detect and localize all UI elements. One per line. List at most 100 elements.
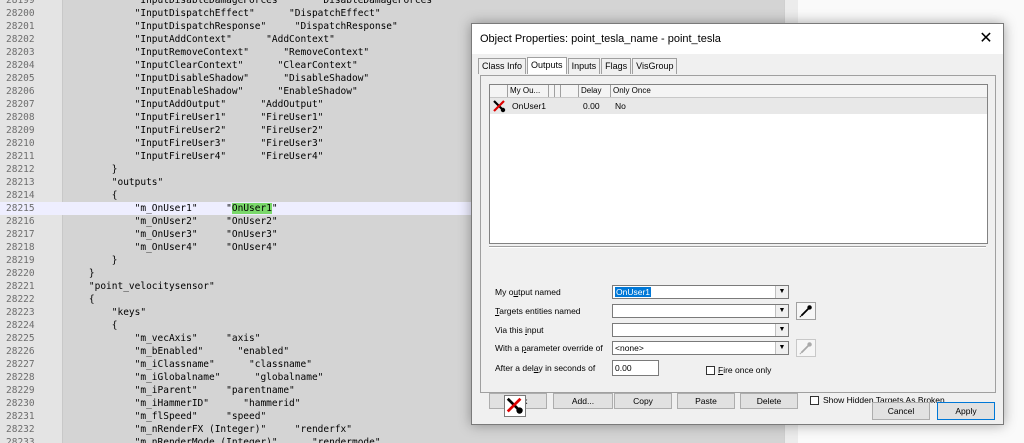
line-number: 28202 <box>6 34 35 45</box>
list-header: My Ou... Delay Only Once <box>490 85 987 98</box>
line-number: 28201 <box>6 21 35 32</box>
output-named-combo[interactable]: OnUser1 ▼ <box>612 285 789 299</box>
tab-flags[interactable]: Flags <box>601 58 632 74</box>
row-delay: 0.00 <box>583 101 600 111</box>
list-row[interactable]: OnUser1 0.00 No <box>490 98 987 114</box>
line-text: "InputFireUser2" "FireUser2" <box>66 125 324 136</box>
code-line[interactable]: 28233 "m_nRenderMode (Integer)" "renderm… <box>0 436 798 443</box>
line-text: "m_iParent" "parentname" <box>66 385 295 396</box>
line-number: 28220 <box>6 268 35 279</box>
column-header-parameter[interactable] <box>561 85 579 97</box>
line-number: 28225 <box>6 333 35 344</box>
line-text: "InputFireUser3" "FireUser3" <box>66 138 324 149</box>
line-number: 28212 <box>6 164 35 175</box>
parameter-combo[interactable]: <none> ▼ <box>612 341 789 355</box>
line-number: 28209 <box>6 125 35 136</box>
line-text: "InputDispatchEffect" "DispatchEffect" <box>66 8 381 19</box>
delay-input[interactable]: 0.00 <box>612 360 659 376</box>
line-text: "InputEnableShadow" "EnableShadow" <box>66 86 358 97</box>
line-number: 28218 <box>6 242 35 253</box>
show-hidden-checkbox[interactable] <box>810 396 819 405</box>
column-header-icon[interactable] <box>490 85 508 97</box>
line-text: "m_nRenderFX (Integer)" "renderfx" <box>66 424 352 435</box>
column-header-only-once[interactable]: Only Once <box>611 85 987 97</box>
column-header-delay[interactable]: Delay <box>579 85 611 97</box>
line-text: { <box>66 294 95 305</box>
via-input-combo[interactable]: ▼ <box>612 323 789 337</box>
line-text: "InputDispatchResponse" "DispatchRespons… <box>66 21 398 32</box>
column-header-my-output[interactable]: My Ou... <box>508 85 549 97</box>
line-text: "m_OnUser3" "OnUser3" <box>66 229 278 240</box>
chevron-down-icon[interactable]: ▼ <box>775 305 788 317</box>
output-named-label: My output named <box>495 287 561 297</box>
code-line[interactable]: 28199 "InputDisableDamageForces" "Disabl… <box>0 0 798 7</box>
copy-button[interactable]: Copy <box>614 393 672 409</box>
line-text: "InputDisableShadow" "DisableShadow" <box>66 73 370 84</box>
tab-visgroup[interactable]: VisGroup <box>632 58 678 74</box>
line-text: "m_flSpeed" "speed" <box>66 411 267 422</box>
eyedropper-button-disabled[interactable] <box>796 339 816 357</box>
line-number: 28222 <box>6 294 35 305</box>
line-number: 28205 <box>6 73 35 84</box>
targets-label: Targets entities named <box>495 306 581 316</box>
line-number: 28229 <box>6 385 35 396</box>
eyedropper-icon <box>799 342 812 355</box>
line-text: "InputAddOutput" "AddOutput" <box>66 99 324 110</box>
line-text: "InputFireUser4" "FireUser4" <box>66 151 324 162</box>
line-text: "m_OnUser2" "OnUser2" <box>66 216 278 227</box>
targets-combo[interactable]: ▼ <box>612 304 789 318</box>
dialog-titlebar[interactable]: Object Properties: point_tesla_name - po… <box>472 24 1003 54</box>
entity-output-icon <box>504 395 526 417</box>
outputs-panel: My Ou... Delay Only Once OnUser1 0.00 No <box>480 75 996 409</box>
fire-once-checkbox[interactable] <box>706 366 715 375</box>
eyedropper-icon <box>799 305 812 318</box>
line-text: "m_iHammerID" "hammerid" <box>66 398 301 409</box>
line-number: 28231 <box>6 411 35 422</box>
line-number: 28215 <box>6 203 35 214</box>
chevron-down-icon[interactable]: ▼ <box>775 342 788 354</box>
tab-outputs[interactable]: Outputs <box>527 57 567 74</box>
outputs-list[interactable]: My Ou... Delay Only Once OnUser1 0.00 No <box>489 84 988 244</box>
output-named-value: OnUser1 <box>615 287 652 297</box>
line-number: 28219 <box>6 255 35 266</box>
code-line[interactable]: 28200 "InputDispatchEffect" "DispatchEff… <box>0 7 798 20</box>
tab-inputs[interactable]: Inputs <box>567 58 601 74</box>
paste-button[interactable]: Paste <box>677 393 735 409</box>
output-connection-icon <box>493 100 506 113</box>
tab-bar: Class Info Outputs Inputs Flags VisGroup <box>478 57 678 75</box>
cancel-button[interactable]: Cancel <box>872 402 930 420</box>
line-number: 28214 <box>6 190 35 201</box>
line-text: } <box>66 255 118 266</box>
line-text: { <box>66 190 118 201</box>
line-number: 28227 <box>6 359 35 370</box>
eyedropper-button[interactable] <box>796 302 816 320</box>
via-input-label: Via this input <box>495 325 544 335</box>
parameter-value: <none> <box>615 343 644 353</box>
line-number: 28207 <box>6 99 35 110</box>
dialog-title: Object Properties: point_tesla_name - po… <box>480 33 721 45</box>
chevron-down-icon[interactable]: ▼ <box>775 324 788 336</box>
line-number: 28199 <box>6 0 35 6</box>
line-number: 28233 <box>6 437 35 443</box>
object-properties-dialog: Object Properties: point_tesla_name - po… <box>471 23 1004 425</box>
delete-button[interactable]: Delete <box>740 393 798 409</box>
line-text: "InputClearContext" "ClearContext" <box>66 60 358 71</box>
line-text: "m_bEnabled" "enabled" <box>66 346 290 357</box>
line-text: "m_OnUser4" "OnUser4" <box>66 242 278 253</box>
line-text: "outputs" <box>66 177 164 188</box>
separator <box>489 246 986 248</box>
line-text: "m_iGlobalname" "globalname" <box>66 372 324 383</box>
add-button[interactable]: Add... <box>553 393 613 409</box>
chevron-down-icon[interactable]: ▼ <box>775 286 788 298</box>
tab-class-info[interactable]: Class Info <box>478 58 527 74</box>
line-number: 28204 <box>6 60 35 71</box>
apply-button[interactable]: Apply <box>937 402 995 420</box>
line-number: 28208 <box>6 112 35 123</box>
line-text: "point_velocitysensor" <box>66 281 215 292</box>
line-text: "m_iClassname" "classname" <box>66 359 312 370</box>
line-number: 28230 <box>6 398 35 409</box>
close-button[interactable]: ✕ <box>973 26 999 52</box>
line-number: 28206 <box>6 86 35 97</box>
line-number: 28211 <box>6 151 35 162</box>
line-text: "m_nRenderMode (Integer)" "rendermode" <box>66 437 381 443</box>
